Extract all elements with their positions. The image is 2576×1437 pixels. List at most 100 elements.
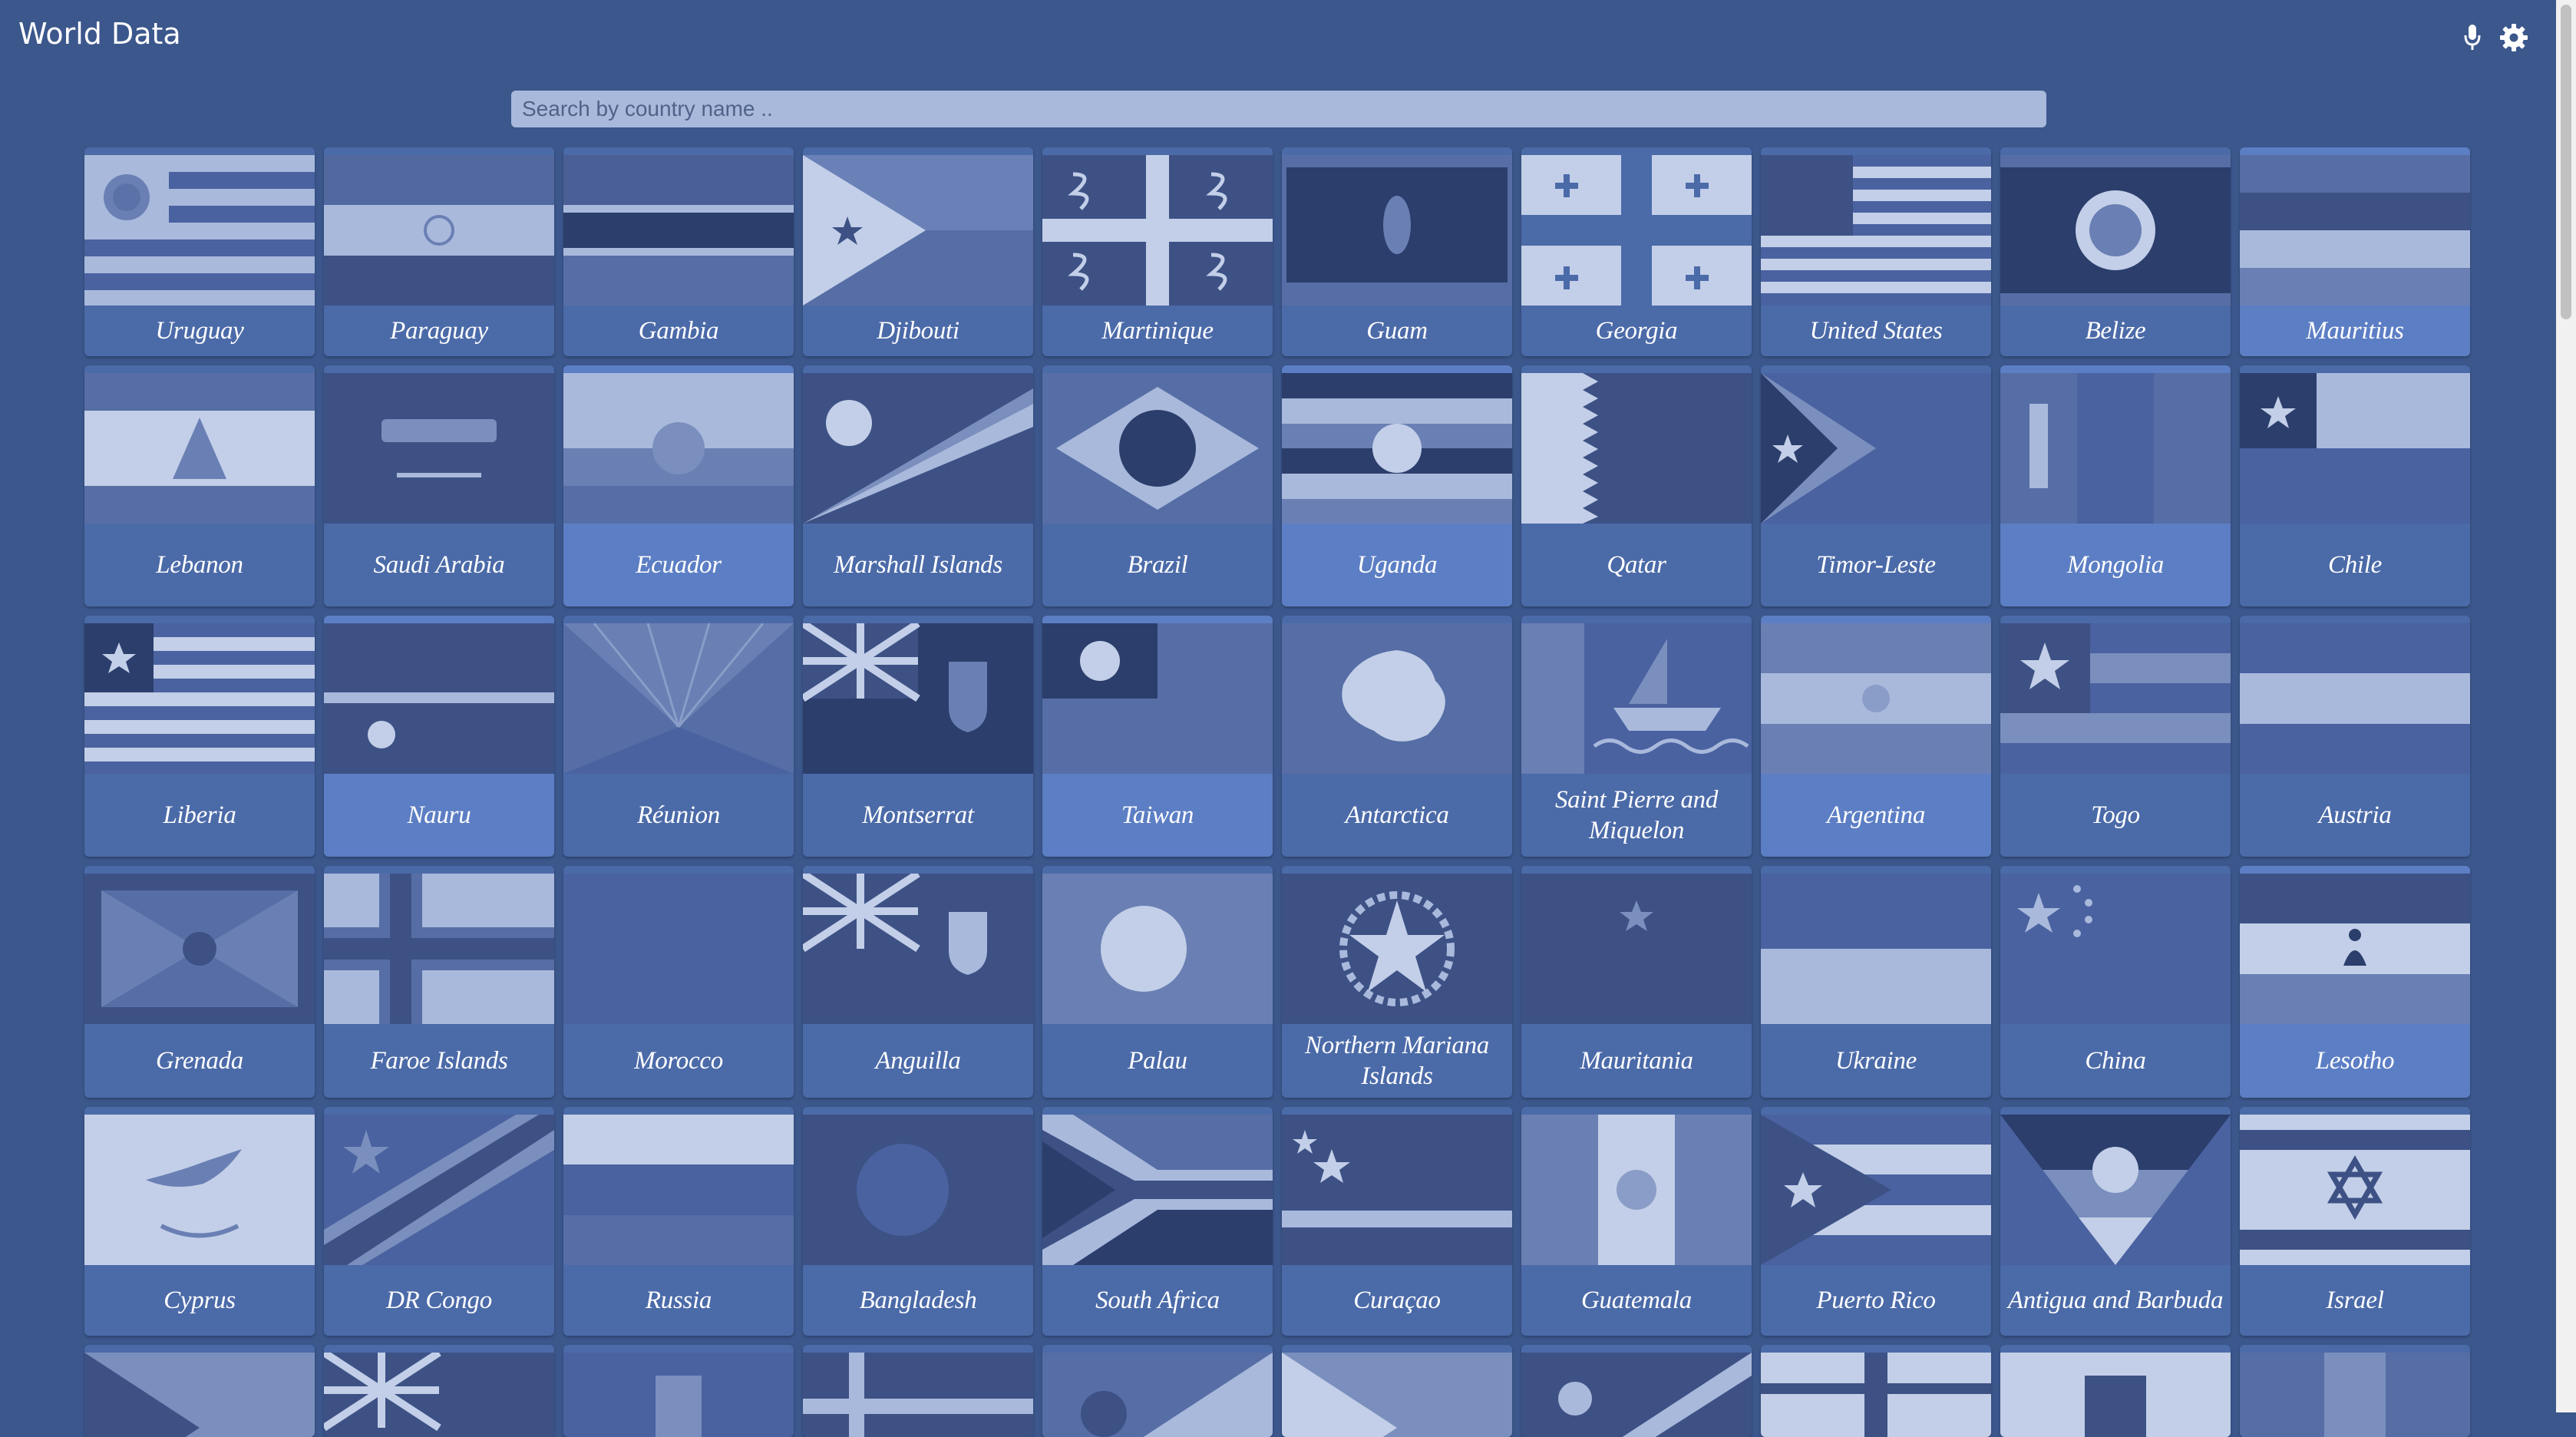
country-card[interactable]: Anguilla bbox=[803, 866, 1033, 1098]
country-card[interactable]: Mauritius bbox=[2240, 147, 2470, 356]
country-card[interactable]: Bangladesh bbox=[803, 1107, 1033, 1336]
country-card[interactable]: Djibouti bbox=[803, 147, 1033, 356]
country-name: Liberia bbox=[163, 801, 236, 829]
country-name: Mongolia bbox=[2067, 551, 2164, 579]
app-title: World Data bbox=[18, 17, 181, 51]
country-card[interactable]: Antigua and Barbuda bbox=[2000, 1107, 2231, 1336]
country-card[interactable]: Marshall Islands bbox=[803, 365, 1033, 606]
country-card[interactable]: Ecuador bbox=[563, 365, 794, 606]
country-card[interactable] bbox=[324, 1345, 554, 1437]
country-name: Belize bbox=[2085, 317, 2146, 345]
country-card[interactable]: Argentina bbox=[1761, 616, 1991, 857]
country-card[interactable]: Uganda bbox=[1282, 365, 1512, 606]
country-card[interactable] bbox=[563, 1345, 794, 1437]
flag-taiwan-image bbox=[1042, 623, 1273, 774]
country-card[interactable]: Mauritania bbox=[1521, 866, 1752, 1098]
microphone-icon[interactable] bbox=[2453, 18, 2492, 57]
flag-partial-image bbox=[1042, 1353, 1273, 1437]
flag-saudi-arabia-image bbox=[324, 373, 554, 524]
country-card[interactable]: Togo bbox=[2000, 616, 2231, 857]
country-card[interactable]: Palau bbox=[1042, 866, 1273, 1098]
country-card[interactable] bbox=[1521, 1345, 1752, 1437]
page-scrollbar[interactable] bbox=[2556, 0, 2576, 1412]
country-card[interactable]: Paraguay bbox=[324, 147, 554, 356]
flag-belize-image bbox=[2000, 155, 2231, 306]
country-name: Faroe Islands bbox=[370, 1047, 508, 1075]
country-name: Israel bbox=[2326, 1287, 2384, 1314]
flag-partial-image bbox=[84, 1353, 315, 1437]
country-card[interactable]: Lesotho bbox=[2240, 866, 2470, 1098]
country-card[interactable]: Antarctica bbox=[1282, 616, 1512, 857]
country-card[interactable]: Belize bbox=[2000, 147, 2231, 356]
country-card[interactable]: Cyprus bbox=[84, 1107, 315, 1336]
country-card[interactable]: Uruguay bbox=[84, 147, 315, 356]
flag-martinique-image bbox=[1042, 155, 1273, 306]
country-card[interactable]: Nauru bbox=[324, 616, 554, 857]
flag-mauritius-image bbox=[2240, 155, 2470, 306]
country-card[interactable]: Guatemala bbox=[1521, 1107, 1752, 1336]
country-card[interactable]: Montserrat bbox=[803, 616, 1033, 857]
scrollbar-thumb[interactable] bbox=[2561, 5, 2571, 319]
flag-austria-image bbox=[2240, 623, 2470, 774]
country-card[interactable]: Martinique bbox=[1042, 147, 1273, 356]
country-name: Brazil bbox=[1127, 551, 1188, 579]
flag-nauru-image bbox=[324, 623, 554, 774]
country-card[interactable]: Faroe Islands bbox=[324, 866, 554, 1098]
country-name: Chile bbox=[2328, 551, 2382, 579]
flag-mongolia-image bbox=[2000, 373, 2231, 524]
country-card[interactable]: Morocco bbox=[563, 866, 794, 1098]
country-name: Guatemala bbox=[1581, 1287, 1692, 1314]
country-card[interactable]: Timor-Leste bbox=[1761, 365, 1991, 606]
country-name: Antarctica bbox=[1345, 801, 1449, 829]
gear-icon[interactable] bbox=[2495, 18, 2533, 57]
country-card[interactable]: Chile bbox=[2240, 365, 2470, 606]
country-card[interactable]: Lebanon bbox=[84, 365, 315, 606]
country-card[interactable]: Israel bbox=[2240, 1107, 2470, 1336]
country-card[interactable]: Taiwan bbox=[1042, 616, 1273, 857]
country-name: Qatar bbox=[1607, 551, 1666, 579]
flag-partial-image bbox=[803, 1353, 1033, 1437]
country-name: Northern Mariana Islands bbox=[1305, 1032, 1489, 1090]
country-card[interactable] bbox=[803, 1345, 1033, 1437]
country-card[interactable]: China bbox=[2000, 866, 2231, 1098]
country-card[interactable] bbox=[84, 1345, 315, 1437]
country-card[interactable]: Liberia bbox=[84, 616, 315, 857]
country-card[interactable]: Northern Mariana Islands bbox=[1282, 866, 1512, 1098]
country-card[interactable]: Saint Pierre and Miquelon bbox=[1521, 616, 1752, 857]
country-card[interactable]: Ukraine bbox=[1761, 866, 1991, 1098]
flag-chile-image bbox=[2240, 373, 2470, 524]
country-card[interactable]: United States bbox=[1761, 147, 1991, 356]
country-card[interactable]: Gambia bbox=[563, 147, 794, 356]
country-card[interactable]: Qatar bbox=[1521, 365, 1752, 606]
flag-marshall-islands-image bbox=[803, 373, 1033, 524]
flag-uganda-image bbox=[1282, 373, 1512, 524]
country-card[interactable]: DR Congo bbox=[324, 1107, 554, 1336]
country-card[interactable]: South Africa bbox=[1042, 1107, 1273, 1336]
country-card[interactable]: Russia bbox=[563, 1107, 794, 1336]
flag-partial-image bbox=[2240, 1353, 2470, 1437]
flag-georgia-image bbox=[1521, 155, 1752, 306]
country-name: Djibouti bbox=[877, 317, 959, 345]
country-card[interactable]: Réunion bbox=[563, 616, 794, 857]
country-card[interactable]: Mongolia bbox=[2000, 365, 2231, 606]
country-card[interactable]: Georgia bbox=[1521, 147, 1752, 356]
country-card[interactable]: Curaçao bbox=[1282, 1107, 1512, 1336]
country-name: Bangladesh bbox=[859, 1287, 977, 1314]
country-card[interactable]: Guam bbox=[1282, 147, 1512, 356]
flag-mauritania-image bbox=[1521, 874, 1752, 1024]
search-input[interactable] bbox=[511, 91, 2046, 127]
country-card[interactable] bbox=[1282, 1345, 1512, 1437]
country-card[interactable]: Puerto Rico bbox=[1761, 1107, 1991, 1336]
flag-dr-congo-image bbox=[324, 1115, 554, 1265]
country-card[interactable] bbox=[1761, 1345, 1991, 1437]
country-card[interactable]: Brazil bbox=[1042, 365, 1273, 606]
country-card[interactable]: Grenada bbox=[84, 866, 315, 1098]
country-card[interactable] bbox=[2000, 1345, 2231, 1437]
country-name: Saudi Arabia bbox=[373, 551, 505, 579]
country-card[interactable] bbox=[1042, 1345, 1273, 1437]
country-name: Ecuador bbox=[636, 551, 722, 579]
country-card[interactable]: Saudi Arabia bbox=[324, 365, 554, 606]
country-name: Lebanon bbox=[156, 551, 243, 579]
country-card[interactable]: Austria bbox=[2240, 616, 2470, 857]
country-card[interactable] bbox=[2240, 1345, 2470, 1437]
